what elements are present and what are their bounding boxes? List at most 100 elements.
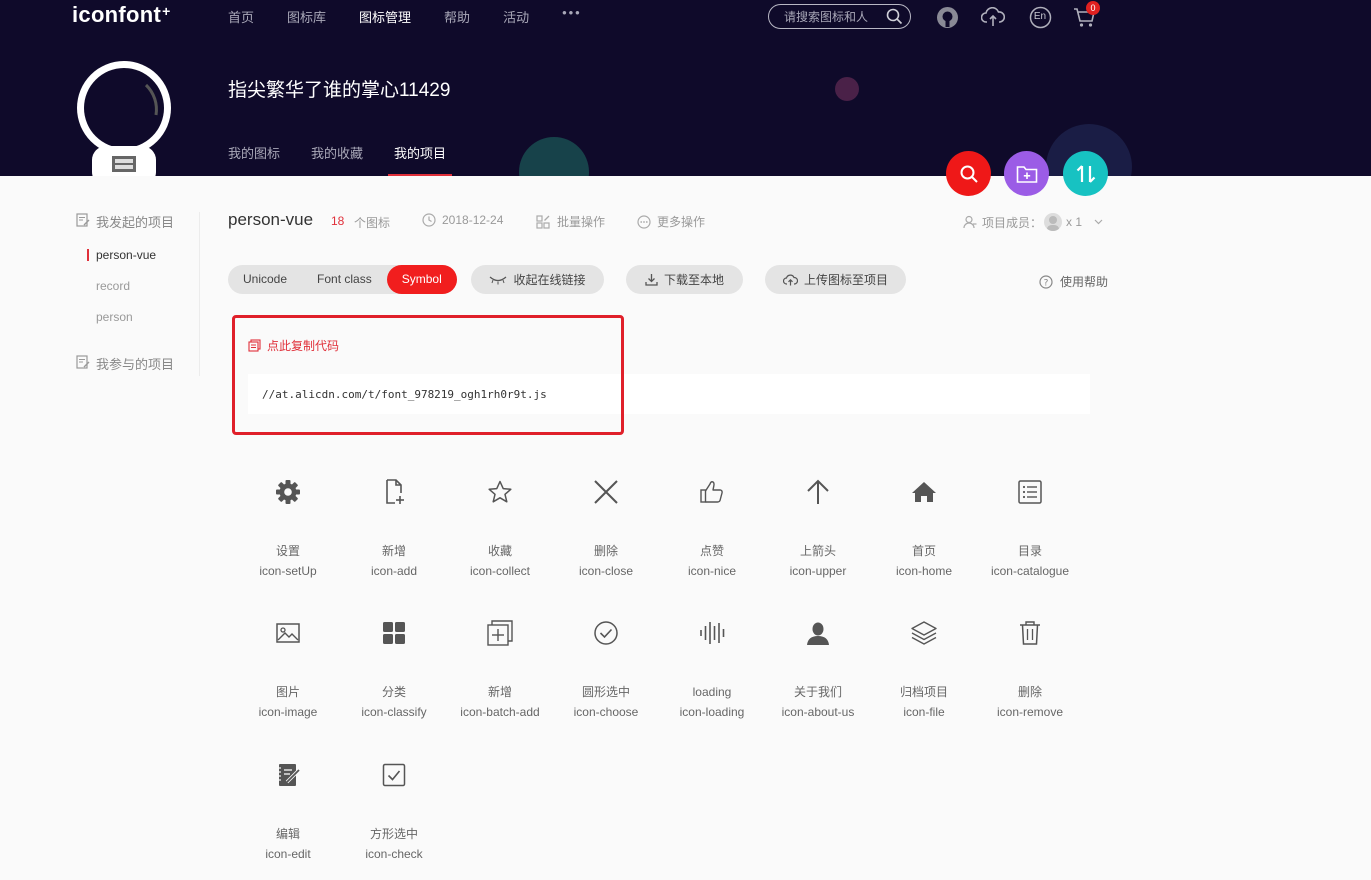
nav-help[interactable]: 帮助 — [444, 7, 470, 26]
icon-card[interactable]: 圆形选中 icon-choose — [553, 615, 659, 735]
icon-card[interactable]: 点赞 icon-nice — [659, 474, 765, 594]
collapse-online-link-button[interactable]: 收起在线链接 — [471, 265, 604, 294]
search-icon[interactable] — [886, 8, 903, 30]
chevron-down-icon — [1094, 219, 1103, 225]
icon-card[interactable]: 方形选中 icon-check — [341, 757, 447, 877]
icon-card[interactable]: 删除 icon-close — [553, 474, 659, 594]
icon-cn-name: 新增 — [487, 685, 512, 699]
usage-help-link[interactable]: ? 使用帮助 — [1039, 273, 1108, 290]
arrow-up-icon — [765, 474, 871, 510]
download-icon — [645, 273, 658, 286]
icon-card[interactable]: 收藏 icon-collect — [447, 474, 553, 594]
help-circle-icon: ? — [1039, 274, 1053, 289]
close-icon — [553, 474, 659, 510]
logo[interactable]: iconfont+ — [72, 2, 171, 28]
fab-search-button[interactable] — [946, 151, 991, 196]
gear-icon — [235, 474, 341, 510]
top-nav: 首页 图标库 图标管理 帮助 活动 ••• — [228, 5, 582, 26]
grid-edit-icon — [536, 214, 551, 229]
layers-icon — [871, 615, 977, 651]
icon-cn-name: 关于我们 — [793, 685, 842, 699]
sidebar-project-person[interactable]: person — [76, 309, 199, 325]
notebook-edit-icon — [235, 757, 341, 793]
initiated-projects-label: 我发起的项目 — [96, 214, 175, 230]
nav-more-icon[interactable]: ••• — [562, 5, 582, 26]
github-icon[interactable] — [935, 5, 959, 29]
tab-my-favorites[interactable]: 我的收藏 — [311, 143, 363, 162]
icon-card[interactable]: loading icon-loading — [659, 615, 765, 735]
avatar[interactable] — [76, 60, 172, 176]
sidebar-project-person-vue[interactable]: person-vue — [76, 247, 199, 263]
icon-en-name: icon-batch-add — [460, 705, 540, 719]
joined-projects-header[interactable]: 我参与的项目 — [76, 354, 199, 372]
more-operations-label: 更多操作 — [657, 215, 706, 229]
nav-icon-library[interactable]: 图标库 — [287, 7, 326, 26]
icon-en-name: icon-classify — [361, 705, 427, 719]
icon-card[interactable]: 关于我们 icon-about-us — [765, 615, 871, 735]
nav-activity[interactable]: 活动 — [503, 7, 529, 26]
icon-card[interactable]: 图片 icon-image — [235, 615, 341, 735]
file-add-icon — [341, 474, 447, 510]
nav-home[interactable]: 首页 — [228, 7, 254, 26]
decor-circle — [835, 77, 859, 101]
tab-symbol[interactable]: Symbol — [386, 265, 457, 294]
svg-text:?: ? — [1044, 278, 1049, 288]
cart-badge: 0 — [1086, 1, 1100, 15]
icon-en-name: icon-close — [578, 564, 634, 578]
icon-card[interactable]: 新增 icon-add — [341, 474, 447, 594]
icon-en-name: icon-file — [903, 705, 945, 719]
copy-code-button[interactable]: 点此复制代码 — [248, 337, 339, 354]
download-button[interactable]: 下载至本地 — [626, 265, 743, 294]
project-date: 2018-12-24 — [422, 213, 503, 227]
more-operations-button[interactable]: 更多操作 — [637, 213, 705, 230]
icon-card[interactable]: 分类 icon-classify — [341, 615, 447, 735]
icon-en-name: icon-choose — [573, 705, 639, 719]
grid-icon — [341, 615, 447, 651]
icon-card[interactable]: 编辑 icon-edit — [235, 757, 341, 877]
icon-card[interactable]: 归档项目 icon-file — [871, 615, 977, 735]
icon-cn-name: 删除 — [1017, 685, 1042, 699]
tab-my-projects[interactable]: 我的项目 — [388, 143, 453, 176]
upload-icons-label: 上传图标至项目 — [803, 273, 888, 287]
language-switch-icon[interactable]: En — [1028, 5, 1052, 29]
search-input[interactable] — [784, 9, 880, 24]
icon-card[interactable]: 上箭头 icon-upper — [765, 474, 871, 594]
icon-card[interactable]: 新增 icon-batch-add — [447, 615, 553, 735]
cloud-upload-icon[interactable] — [981, 5, 1005, 29]
profile-tabs: 我的图标 我的收藏 我的项目 — [228, 143, 477, 176]
members-icon — [963, 215, 977, 229]
batch-operation-button[interactable]: 批量操作 — [536, 213, 605, 230]
cart-icon[interactable]: 0 — [1073, 1, 1100, 29]
icon-card[interactable]: 目录 icon-catalogue — [977, 474, 1083, 594]
edit-document-icon — [76, 354, 90, 372]
upload-icons-button[interactable]: 上传图标至项目 — [765, 265, 906, 294]
batch-operation-label: 批量操作 — [557, 215, 606, 229]
trash-icon — [977, 615, 1083, 651]
tab-unicode[interactable]: Unicode — [228, 265, 302, 294]
members-count: x 1 — [1066, 215, 1083, 229]
icon-en-name: icon-upper — [789, 564, 847, 578]
fab-sort-button[interactable] — [1063, 151, 1108, 196]
top-header: iconfont+ 首页 图标库 图标管理 帮助 活动 ••• En 0 — [0, 0, 1371, 176]
batch-add-icon — [447, 615, 553, 651]
icon-count: 18 — [331, 214, 345, 228]
icon-card[interactable]: 删除 icon-remove — [977, 615, 1083, 735]
icon-cn-name: 归档项目 — [899, 685, 948, 699]
tab-my-icons[interactable]: 我的图标 — [228, 143, 280, 162]
initiated-projects-header[interactable]: 我发起的项目 — [76, 212, 199, 230]
project-members[interactable]: 项目成员： x 1 — [963, 213, 1103, 231]
download-label: 下载至本地 — [663, 273, 724, 287]
icon-en-name: icon-collect — [469, 564, 531, 578]
fab-new-folder-button[interactable] — [1004, 151, 1049, 196]
tab-font-class[interactable]: Font class — [302, 265, 387, 294]
icon-en-name: icon-edit — [265, 847, 311, 861]
search-box — [768, 4, 911, 29]
sidebar-project-record[interactable]: record — [76, 278, 199, 294]
icon-cn-name: 分类 — [381, 685, 406, 699]
nav-icon-manage[interactable]: 图标管理 — [359, 7, 411, 26]
eye-closed-icon — [489, 275, 507, 285]
list-icon — [977, 474, 1083, 510]
icon-card[interactable]: 首页 icon-home — [871, 474, 977, 594]
copy-code-label: 点此复制代码 — [267, 339, 340, 353]
icon-card[interactable]: 设置 icon-setUp — [235, 474, 341, 594]
